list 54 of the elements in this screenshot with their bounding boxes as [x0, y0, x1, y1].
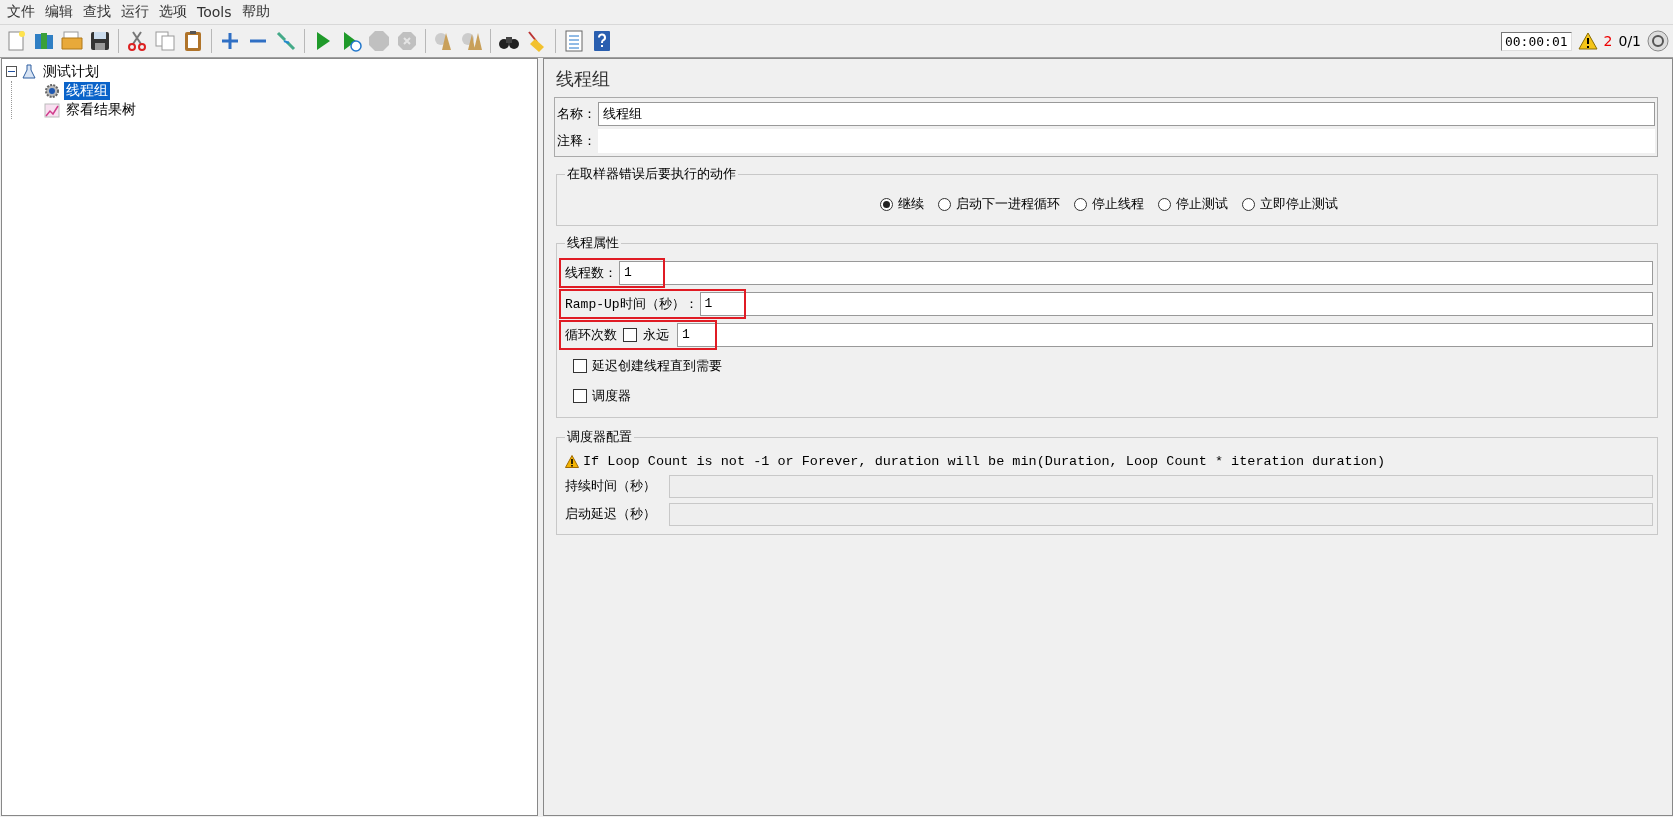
tree-item[interactable]: 测试计划	[41, 62, 101, 81]
number-field[interactable]: 1	[677, 322, 1653, 347]
field-label: 注释：	[557, 131, 596, 150]
radio-label[interactable]: 立即停止测试	[1260, 195, 1338, 213]
flask-icon	[21, 63, 37, 80]
field-label: 循环次数	[565, 325, 617, 344]
radio-label[interactable]: 继续	[898, 195, 924, 213]
menu-item[interactable]: 运行	[116, 3, 154, 21]
circle-icon[interactable]	[1647, 30, 1669, 52]
menu-item[interactable]: 文件	[2, 3, 40, 21]
menu-item[interactable]: 编辑	[40, 3, 78, 21]
tree-item[interactable]: 察看结果树	[64, 100, 138, 119]
radio-button[interactable]	[1158, 197, 1171, 211]
radio-label[interactable]: 停止测试	[1176, 195, 1228, 213]
gear-icon	[44, 82, 60, 99]
field-label: 持续时间（秒）	[565, 477, 657, 495]
field-label: Ramp-Up时间（秒）：	[565, 295, 698, 313]
checkbox[interactable]	[573, 359, 587, 373]
warning-count[interactable]: 2	[1603, 33, 1613, 49]
name-field[interactable]: 线程组	[598, 101, 1655, 126]
menu-item[interactable]: Tools	[192, 4, 237, 20]
panel-title: 线程组	[556, 67, 611, 91]
radio-button[interactable]	[1074, 197, 1087, 211]
radio-button[interactable]	[880, 197, 893, 211]
number-field[interactable]: 1	[619, 260, 1653, 285]
radio-button[interactable]	[938, 197, 951, 211]
save-icon[interactable]	[88, 29, 112, 53]
menu-item[interactable]: 选项	[154, 3, 192, 21]
checkbox[interactable]	[623, 327, 637, 342]
radio-label[interactable]: 停止线程	[1092, 195, 1144, 213]
checkbox-label[interactable]: 永远	[643, 325, 669, 344]
menu-item[interactable]: 帮助	[236, 3, 275, 21]
scissors-icon[interactable]	[125, 29, 149, 53]
checkbox[interactable]	[573, 389, 587, 403]
warning-icon	[565, 454, 579, 468]
thread-count: 0/1	[1618, 33, 1641, 49]
field-label: 线程数：	[565, 263, 617, 282]
menu-item[interactable]: 查找	[78, 3, 116, 21]
field-label: 启动延迟（秒）	[565, 505, 657, 523]
field-label: 名称：	[557, 104, 596, 123]
group-title: 调度器配置	[566, 428, 633, 446]
collapse-icon[interactable]	[6, 66, 17, 77]
radio-button[interactable]	[1242, 197, 1255, 211]
elapsed-timer: 00:00:01	[1500, 31, 1572, 51]
warning-icon[interactable]	[1577, 32, 1598, 50]
chart-icon	[44, 101, 60, 118]
group-title: 在取样器错误后要执行的动作	[566, 165, 737, 183]
group-title: 线程属性	[566, 234, 620, 252]
tree-item[interactable]: 线程组	[64, 81, 110, 100]
checkbox-label[interactable]: 延迟创建线程直到需要	[592, 357, 722, 375]
checkbox-label[interactable]: 调度器	[592, 387, 631, 405]
radio-label[interactable]: 启动下一进程循环	[956, 195, 1060, 213]
number-field[interactable]: 1	[699, 291, 1653, 316]
warning-text: If Loop Count is not -1 or Forever, duration will be min(Duration, Loop Count * iteration duration)	[583, 453, 1386, 469]
